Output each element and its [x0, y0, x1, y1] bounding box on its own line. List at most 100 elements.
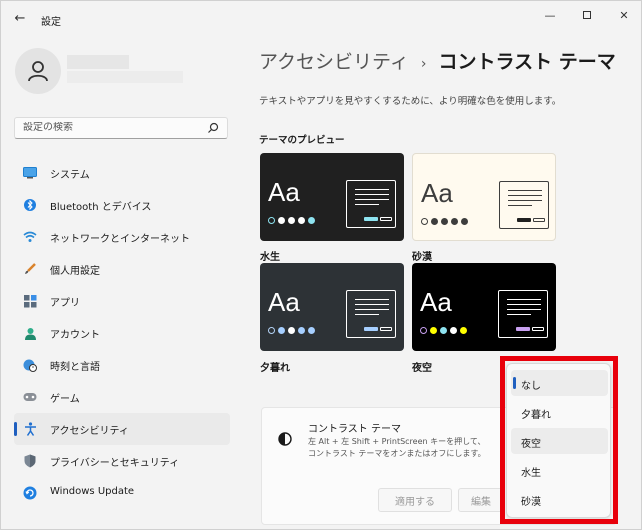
theme-label: 砂漠 — [412, 252, 432, 263]
theme-text-line — [507, 314, 531, 315]
blurred-user-name — [67, 55, 129, 69]
theme-button-sample — [516, 327, 530, 331]
theme-text-line — [507, 299, 541, 300]
dropdown-option-label: 夜空 — [521, 439, 541, 450]
sidebar-item-system[interactable]: システム — [14, 157, 230, 189]
theme-color-dot — [278, 217, 285, 224]
selected-indicator — [513, 377, 516, 389]
theme-text-line — [355, 309, 389, 310]
theme-sample-text: Aa — [268, 177, 300, 207]
theme-color-dot — [451, 218, 458, 225]
search-icon[interactable] — [207, 122, 219, 134]
breadcrumb: アクセシビリティ › コントラスト テーマ — [259, 47, 616, 74]
theme-text-line — [355, 199, 389, 200]
theme-text-line — [508, 200, 542, 201]
theme-text-line — [355, 304, 389, 305]
active-indicator — [14, 422, 17, 436]
person-icon — [23, 326, 37, 340]
theme-color-dot — [440, 327, 447, 334]
theme-color-dot — [430, 327, 437, 334]
sidebar-item-network[interactable]: ネットワークとインターネット — [14, 221, 230, 253]
breadcrumb-parent[interactable]: アクセシビリティ — [259, 51, 409, 73]
sidebar-item-personalization[interactable]: 個人用設定 — [14, 253, 230, 285]
theme-color-dot — [288, 217, 295, 224]
theme-text-line — [508, 190, 542, 191]
sidebar-item-accessibility[interactable]: アクセシビリティ — [14, 413, 230, 445]
theme-button-outline-sample — [532, 327, 544, 331]
sidebar-item-bluetooth[interactable]: Bluetooth とデバイス — [14, 189, 230, 221]
dropdown-option-desert[interactable]: 砂漠 — [511, 486, 608, 512]
brush-icon — [23, 262, 37, 276]
gamepad-icon — [23, 390, 37, 404]
theme-label: 夜空 — [412, 363, 432, 374]
dropdown-option-night-sky[interactable]: 夜空 — [511, 428, 608, 454]
setting-description: 左 Alt + 左 Shift + PrintScreen キーを押して、 コン… — [308, 436, 518, 460]
theme-color-dot — [268, 327, 275, 334]
theme-label: 水生 — [260, 252, 280, 263]
sidebar-item-gaming[interactable]: ゲーム — [14, 381, 230, 413]
sidebar-item-label: ゲーム — [50, 394, 80, 405]
preview-heading: テーマのプレビュー — [259, 135, 345, 146]
avatar[interactable] — [15, 48, 61, 94]
apply-button[interactable]: 適用する — [378, 488, 452, 512]
sidebar-item-label: 個人用設定 — [50, 266, 100, 277]
theme-window-sample — [346, 180, 396, 228]
theme-text-line — [508, 205, 532, 206]
title-bar: ← 設定 — ✕ — [1, 1, 642, 35]
edit-button[interactable]: 編集 — [458, 488, 504, 512]
close-button[interactable]: ✕ — [609, 5, 639, 25]
back-button[interactable]: ← — [7, 7, 33, 29]
theme-color-dot — [298, 327, 305, 334]
search-box[interactable] — [14, 117, 228, 139]
theme-label: 夕暮れ — [260, 363, 290, 374]
maximize-button[interactable] — [572, 5, 602, 25]
user-icon — [28, 61, 48, 82]
theme-button-sample — [364, 327, 378, 331]
sidebar-item-apps[interactable]: アプリ — [14, 285, 230, 317]
theme-sample-text: Aa — [420, 287, 452, 317]
maximize-icon — [583, 11, 591, 19]
sidebar-item-label: プライバシーとセキュリティ — [50, 458, 180, 469]
theme-text-line — [507, 309, 541, 310]
sidebar-item-windows-update[interactable]: Windows Update — [14, 477, 230, 509]
theme-color-dot — [298, 217, 305, 224]
close-icon: ✕ — [619, 8, 629, 22]
theme-color-dot — [460, 327, 467, 334]
sidebar-item-privacy[interactable]: プライバシーとセキュリティ — [14, 445, 230, 477]
dropdown-option-aquatic[interactable]: 水生 — [511, 457, 608, 483]
dropdown-option-label: なし — [521, 381, 541, 392]
theme-color-dots — [268, 327, 315, 334]
contrast-icon — [278, 432, 292, 446]
bluetooth-icon — [23, 198, 37, 212]
theme-text-line — [355, 194, 389, 195]
sidebar-item-label: アカウント — [50, 330, 100, 341]
minimize-button[interactable]: — — [535, 5, 565, 25]
theme-preview-desert: Aa — [412, 153, 556, 241]
theme-color-dot — [461, 218, 468, 225]
shield-icon — [23, 454, 37, 468]
theme-text-line — [355, 189, 389, 190]
theme-color-dots — [268, 217, 315, 224]
globe-clock-icon — [23, 358, 37, 372]
dropdown-option-label: 砂漠 — [521, 497, 541, 508]
accessibility-icon — [23, 422, 37, 436]
sidebar-item-label: アクセシビリティ — [50, 426, 129, 437]
theme-color-dots — [421, 218, 468, 225]
theme-color-dot — [308, 217, 315, 224]
back-arrow-icon: ← — [14, 10, 26, 26]
minimize-icon: — — [544, 8, 556, 22]
blurred-user-email — [67, 71, 183, 83]
dropdown-option-dusk[interactable]: 夕暮れ — [511, 399, 608, 425]
theme-preview-aquatic: Aa — [260, 153, 404, 241]
theme-sample-text: Aa — [268, 287, 300, 317]
sidebar-item-time-language[interactable]: 時刻と言語 — [14, 349, 230, 381]
theme-preview-night-sky: Aa — [412, 263, 556, 351]
search-input[interactable] — [23, 122, 203, 133]
page-title: コントラスト テーマ — [438, 51, 616, 73]
sidebar-item-accounts[interactable]: アカウント — [14, 317, 230, 349]
theme-window-sample — [499, 181, 549, 229]
setting-desc-line1: 左 Alt + 左 Shift + PrintScreen キーを押して、 — [308, 437, 486, 446]
wifi-icon — [23, 230, 37, 244]
dropdown-option-none[interactable]: なし — [511, 370, 608, 396]
sidebar-item-label: システム — [50, 170, 90, 181]
